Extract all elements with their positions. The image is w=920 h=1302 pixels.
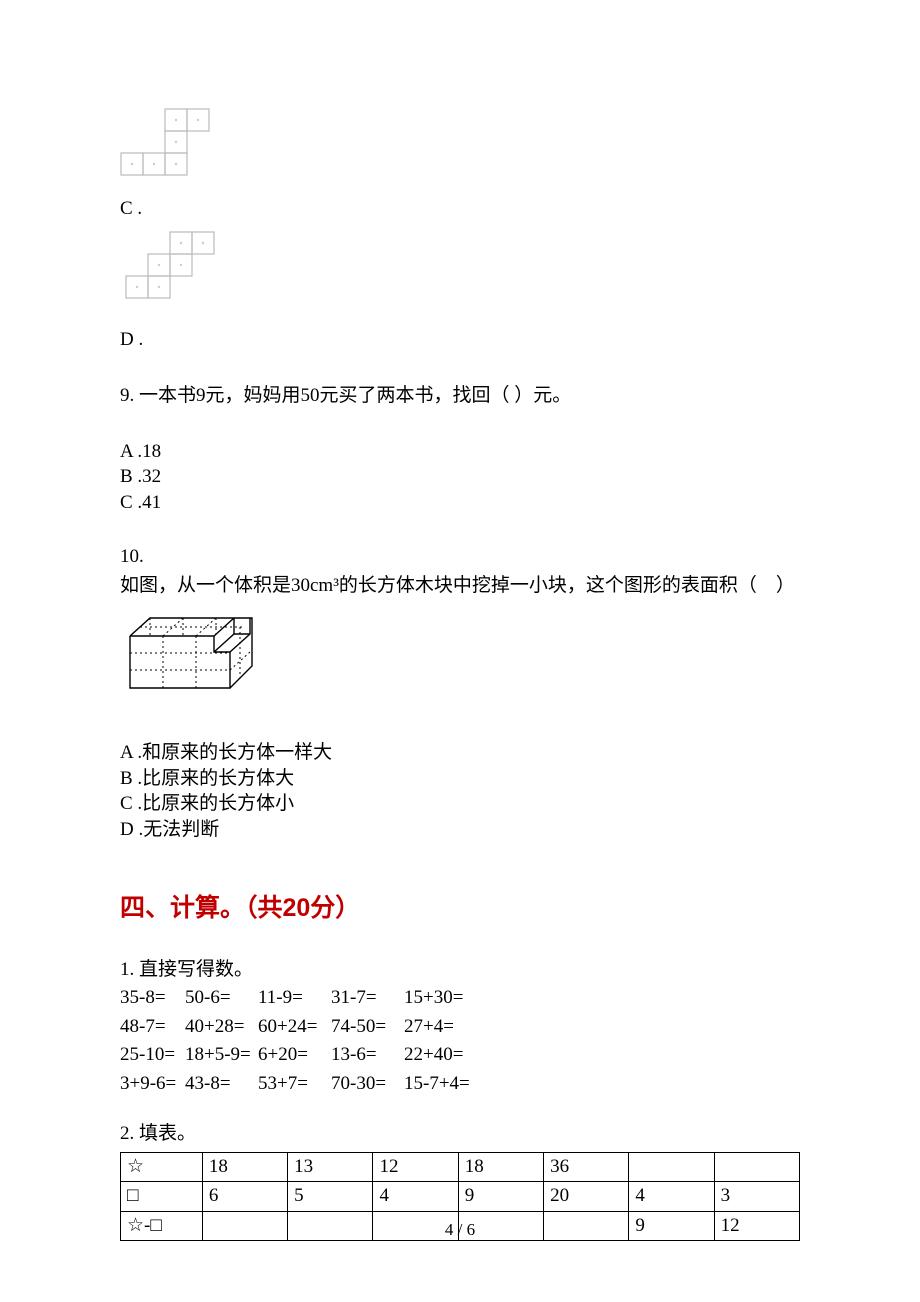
calc-rows: 35-8=50-6=11-9=31-7=15+30=48-7=40+28=60+… [120, 984, 800, 1098]
calc-cell: 74-50= [331, 1013, 404, 1042]
calc-row: 48-7=40+28=60+24=74-50=27+4= [120, 1013, 800, 1042]
calc-cell: 50-6= [185, 984, 258, 1013]
q8-option-c-label: C . [120, 198, 142, 219]
section4-q1: 1. 直接写得数。 35-8=50-6=11-9=31-7=15+30=48-7… [120, 956, 800, 1099]
section-4-heading: 四、计算。（共20分） [120, 890, 800, 928]
q10-text: 如图，从一个体积是30cm³的长方体木块中挖掉一小块，这个图形的表面积（ ） [120, 572, 800, 601]
q8-option-d-figure [120, 229, 218, 314]
calc-cell: 6+20= [258, 1041, 331, 1070]
question-9: 9. 一本书9元，妈妈用50元买了两本书，找回（ ）元。 A .18 B .32… [120, 382, 800, 515]
fill-r2c8: 3 [714, 1182, 799, 1212]
fill-r1c1: ☆ [121, 1152, 203, 1182]
section4-q1-title: 1. 直接写得数。 [120, 956, 800, 985]
calc-cell: 25-10= [120, 1041, 185, 1070]
fill-r2c7: 4 [629, 1182, 714, 1212]
calc-row: 25-10=18+5-9=6+20=13-6=22+40= [120, 1041, 800, 1070]
fill-r1c8 [714, 1152, 799, 1182]
fill-r2c1: □ [121, 1182, 203, 1212]
calc-cell: 31-7= [331, 984, 404, 1013]
q10-number: 10. [120, 543, 800, 572]
q10-option-c: C .比原来的长方体小 [120, 791, 800, 817]
calc-cell: 22+40= [404, 1041, 484, 1070]
fill-r2c2: 6 [202, 1182, 287, 1212]
q8-option-c: C . [120, 105, 800, 223]
q10-option-b: B .比原来的长方体大 [120, 766, 800, 792]
calc-cell: 15-7+4= [404, 1070, 484, 1099]
calc-cell: 43-8= [185, 1070, 258, 1099]
calc-cell: 15+30= [404, 984, 484, 1013]
calc-cell: 13-6= [331, 1041, 404, 1070]
q8-option-c-figure [120, 105, 215, 183]
fill-r2c4: 4 [373, 1182, 458, 1212]
question-10: 10. 如图，从一个体积是30cm³的长方体木块中挖掉一小块，这个图形的表面积（… [120, 543, 800, 842]
calc-cell: 48-7= [120, 1013, 185, 1042]
q9-text: 9. 一本书9元，妈妈用50元买了两本书，找回（ ）元。 [120, 382, 800, 411]
q8-option-d-label: D . [120, 329, 143, 350]
q10-option-d: D .无法判断 [120, 817, 800, 843]
q9-options: A .18 B .32 C .41 [120, 439, 800, 516]
fill-r2c5: 9 [458, 1182, 543, 1212]
calc-cell: 40+28= [185, 1013, 258, 1042]
q8-option-d: D . [120, 223, 800, 354]
calc-row: 35-8=50-6=11-9=31-7=15+30= [120, 984, 800, 1013]
q9-option-b: B .32 [120, 464, 800, 490]
fill-r1c3: 13 [288, 1152, 373, 1182]
section4-q2-title: 2. 填表。 [120, 1120, 800, 1149]
page-number: 4 / 6 [0, 1217, 920, 1243]
calc-cell: 53+7= [258, 1070, 331, 1099]
calc-cell: 3+9-6= [120, 1070, 185, 1099]
table-row: ☆ 18 13 12 18 36 [121, 1152, 800, 1182]
q10-figure [120, 606, 800, 704]
fill-r1c2: 18 [202, 1152, 287, 1182]
fill-r1c5: 18 [458, 1152, 543, 1182]
table-row: □ 6 5 4 9 20 4 3 [121, 1182, 800, 1212]
calc-cell: 70-30= [331, 1070, 404, 1099]
fill-r1c4: 12 [373, 1152, 458, 1182]
calc-cell: 35-8= [120, 984, 185, 1013]
calc-cell: 11-9= [258, 984, 331, 1013]
calc-row: 3+9-6=43-8=53+7=70-30=15-7+4= [120, 1070, 800, 1099]
q10-options: A .和原来的长方体一样大 B .比原来的长方体大 C .比原来的长方体小 D … [120, 740, 800, 843]
calc-cell: 60+24= [258, 1013, 331, 1042]
q9-option-c: C .41 [120, 490, 800, 516]
fill-r2c3: 5 [288, 1182, 373, 1212]
fill-r2c6: 20 [544, 1182, 629, 1212]
q10-option-a: A .和原来的长方体一样大 [120, 740, 800, 766]
calc-cell: 27+4= [404, 1013, 484, 1042]
fill-r1c6: 36 [544, 1152, 629, 1182]
calc-cell: 18+5-9= [185, 1041, 258, 1070]
q9-option-a: A .18 [120, 439, 800, 465]
fill-r1c7 [629, 1152, 714, 1182]
